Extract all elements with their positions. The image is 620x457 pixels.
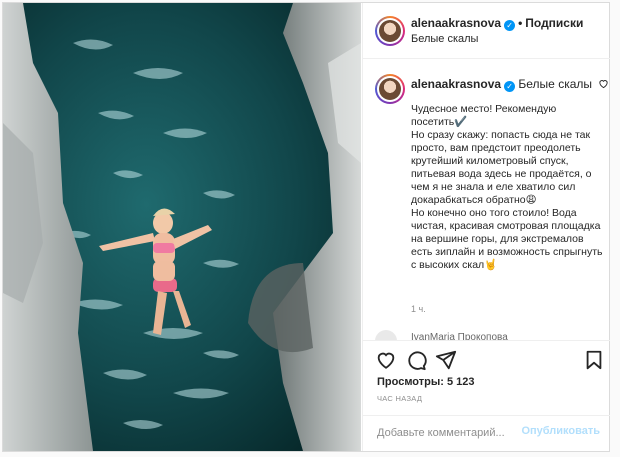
avatar[interactable] bbox=[375, 16, 405, 46]
caption-username[interactable]: alenaakrasnova bbox=[411, 77, 501, 91]
caption-like-icon[interactable] bbox=[598, 78, 609, 89]
comment-icon[interactable] bbox=[405, 349, 427, 371]
caption-avatar-image bbox=[379, 78, 401, 100]
post-side-panel: alenaakrasnova ✓ • Подписки Белые скалы ale… bbox=[362, 3, 610, 451]
post-time-ago: час назад bbox=[377, 394, 423, 403]
separator: • bbox=[518, 16, 523, 30]
caption-time: 1 ч. bbox=[411, 304, 426, 314]
views-line: Просмотры: 5 123 bbox=[377, 376, 475, 388]
caption-location[interactable]: Белые скалы bbox=[518, 77, 592, 91]
views-count[interactable]: 5 123 bbox=[447, 376, 475, 388]
publish-button[interactable]: Опубликовать bbox=[521, 425, 600, 437]
following-button[interactable]: Подписки bbox=[525, 16, 583, 30]
verified-badge-icon: ✓ bbox=[504, 20, 516, 31]
post-video[interactable] bbox=[3, 3, 361, 451]
bookmark-icon[interactable] bbox=[583, 349, 605, 371]
views-label: Просмотры: bbox=[377, 376, 444, 388]
action-bar bbox=[363, 340, 610, 378]
avatar-image bbox=[379, 20, 401, 42]
comment-input[interactable] bbox=[377, 424, 527, 442]
header-user-line: alenaakrasnova ✓ • Подписки bbox=[411, 16, 583, 31]
caption-area: alenaakrasnova ✓ Белые скалы Чудесное мес… bbox=[363, 60, 610, 340]
header-username[interactable]: alenaakrasnova bbox=[411, 16, 501, 30]
caption-text: Чудесное место! Рекомендую посетить✔️ Но… bbox=[411, 103, 603, 271]
cliff-water-image bbox=[3, 3, 361, 451]
post-frame: alenaakrasnova ✓ • Подписки Белые скалы ale… bbox=[2, 2, 610, 452]
caption-verified-badge-icon: ✓ bbox=[504, 81, 516, 92]
caption-avatar[interactable] bbox=[375, 74, 405, 104]
post-header: alenaakrasnova ✓ • Подписки Белые скалы bbox=[363, 3, 610, 59]
comment-preview: IvanMaria Прокопова bbox=[411, 332, 508, 340]
send-icon[interactable] bbox=[435, 349, 457, 371]
heart-icon[interactable] bbox=[375, 349, 397, 371]
header-location[interactable]: Белые скалы bbox=[411, 33, 478, 45]
caption-header: alenaakrasnova ✓ Белые скалы bbox=[411, 77, 609, 92]
comment-form: Опубликовать bbox=[363, 415, 610, 451]
comment-avatar[interactable] bbox=[375, 330, 397, 340]
